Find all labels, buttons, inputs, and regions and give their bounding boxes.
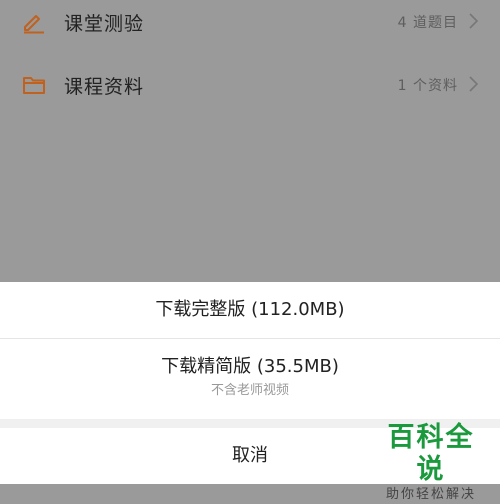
question-count: 4 道题目 [397,15,458,31]
download-full-button[interactable]: 下载完整版 (112.0MB) [0,282,500,339]
chevron-right-icon [469,13,479,29]
list-item-label: 课堂测验 [64,13,145,35]
cancel-label: 取消 [232,445,268,466]
watermark-logo: 百科全说 助你轻松解决 [374,422,488,504]
watermark-subtitle: 助你轻松解决 [385,487,476,502]
folder-icon [23,77,45,94]
watermark-title: 百科全说 [387,422,475,485]
download-lite-note: 不含老师视频 [210,383,289,398]
chevron-right-icon [469,76,479,92]
course-content-list: 课堂测验 4 道题目 课程资料 1 个资料 [0,0,500,282]
download-lite-button[interactable]: 下载精简版 (35.5MB) 不含老师视频 [0,339,500,399]
download-lite-label: 下载精简版 (35.5MB) [161,356,339,377]
material-count: 1 个资料 [397,78,458,94]
pencil-icon [24,15,44,34]
list-item-materials[interactable]: 课程资料 1 个资料 [0,54,500,114]
download-full-label: 下载完整版 (112.0MB) [155,299,345,320]
list-item-quiz[interactable]: 课堂测验 4 道题目 [0,0,500,51]
list-item-label: 课程资料 [64,76,145,98]
